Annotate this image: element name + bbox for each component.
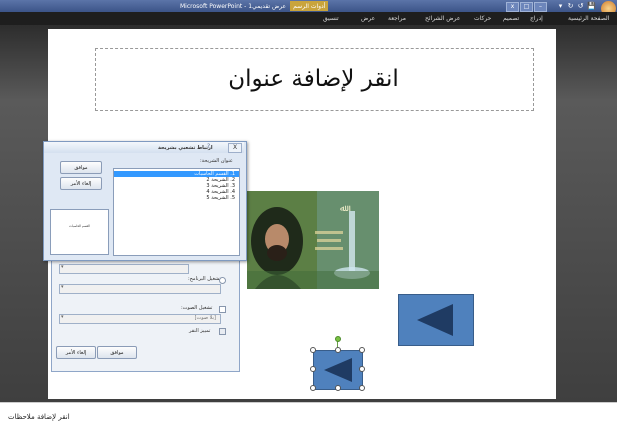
resize-handle[interactable] [310,385,316,391]
maximize-window-button[interactable]: □ [520,2,533,12]
play-sound-label: تشغيل الصوت: [181,305,213,311]
sound-select[interactable]: ▾ [بلا صوت] [59,314,221,324]
action-cancel-button[interactable]: إلغاء الأمر [56,346,96,359]
play-sound-checkbox[interactable] [219,306,226,313]
run-program-radio[interactable] [219,277,226,284]
resize-handle[interactable] [310,347,316,353]
tab-slideshow[interactable]: عرض الشرائح [425,12,460,25]
dialog-close-button[interactable]: X [228,143,242,153]
highlight-click-checkbox[interactable] [219,328,226,335]
resize-handle[interactable] [335,347,341,353]
notes-placeholder[interactable]: انقر لإضافة ملاحظات [8,413,70,421]
rotation-handle[interactable] [335,336,341,342]
highlight-click-label: تمييز النقر [189,328,211,334]
slide-title-list-label: عنوان الشريحة: [200,158,233,164]
chevron-down-icon: ▾ [61,284,64,290]
save-icon[interactable]: 💾 [587,2,596,10]
help-button[interactable]: ? [207,143,210,150]
qat-customize-icon[interactable]: ▾ [556,2,565,10]
tab-home[interactable]: الصفحة الرئيسية [568,12,609,25]
close-window-button[interactable]: x [506,2,519,12]
portrait-image: ﷲ [247,191,379,289]
redo-icon[interactable]: ↻ [566,2,575,10]
slide-preview: القسم الحاسبات [50,209,109,255]
tab-insert[interactable]: إدراج [530,12,543,25]
chevron-down-icon: ▾ [61,314,64,320]
preview-title: القسم الحاسبات [69,224,90,228]
back-action-button-large[interactable] [398,294,474,346]
tab-design[interactable]: تصميم [503,12,519,25]
resize-handle[interactable] [335,385,341,391]
dialog-title: ارتباط تشعبي بشريحة [158,145,213,151]
hyperlink-target-field[interactable]: ▾ [59,264,189,274]
window-title: Microsoft PowerPoint - عرض تقديمي1 أدوات… [180,0,410,12]
tab-format[interactable]: تنسيق [323,12,339,25]
dialog-ok-button[interactable]: موافق [60,161,102,174]
context-tools-label: أدوات الرسم [290,1,329,11]
resize-handle[interactable] [359,385,365,391]
dialog-title-bar[interactable] [44,142,244,153]
list-item[interactable]: 5. الشريحة 5 [114,195,239,201]
slide-picture[interactable]: ﷲ [247,191,379,289]
tab-animations[interactable]: حركات [474,12,491,25]
back-arrow-icon [417,304,453,336]
resize-handle[interactable] [359,366,365,372]
run-program-label: تشغيل البرنامج: [188,276,221,282]
resize-handle[interactable] [359,347,365,353]
tab-review[interactable]: مراجعة [388,12,406,25]
slide-title-placeholder[interactable]: انقر لإضافة عنوان [95,48,532,109]
minimize-window-button[interactable]: – [534,2,547,12]
back-arrow-icon [324,358,352,382]
run-program-field[interactable]: ▾ [59,284,221,294]
app-title-text: Microsoft PowerPoint - عرض تقديمي1 [180,2,287,10]
slide-title-list[interactable]: 1. القسم الحاسبات 2. الشريحة 2 3. الشريحة … [113,168,240,256]
notes-pane[interactable] [0,402,617,432]
dialog-cancel-button[interactable]: إلغاء الأمر [60,177,102,190]
action-ok-button[interactable]: موافق [97,346,137,359]
back-action-button-selected[interactable] [313,350,363,390]
sound-value: [بلا صوت] [194,315,216,321]
resize-handle[interactable] [310,366,316,372]
undo-icon[interactable]: ↺ [576,2,585,10]
tab-view[interactable]: عرض [361,12,375,25]
chevron-down-icon: ▾ [61,264,64,270]
ribbon-tabs [0,12,617,25]
